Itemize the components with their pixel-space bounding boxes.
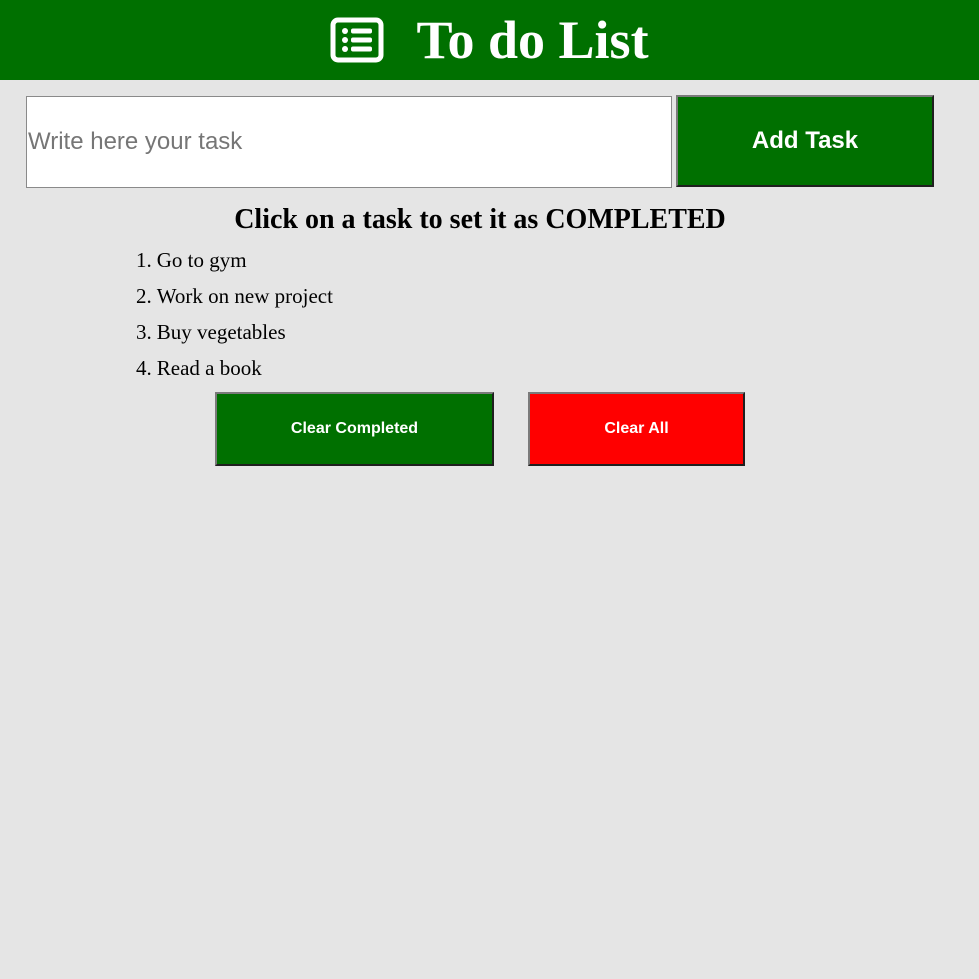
task-item[interactable]: 1. Go to gym bbox=[136, 242, 333, 278]
clear-all-button[interactable]: Clear All bbox=[528, 392, 745, 466]
app-title: To do List bbox=[416, 10, 649, 70]
task-number: 4. bbox=[136, 356, 152, 380]
task-label: Read a book bbox=[156, 356, 262, 380]
add-task-button[interactable]: Add Task bbox=[676, 95, 934, 187]
task-item[interactable]: 3. Buy vegetables bbox=[136, 314, 333, 350]
task-number: 1. bbox=[136, 248, 152, 272]
task-input[interactable] bbox=[26, 96, 672, 188]
task-list: 1. Go to gym 2. Work on new project 3. Buy … bbox=[136, 242, 333, 386]
task-label: Go to gym bbox=[156, 248, 247, 272]
task-label: Buy vegetables bbox=[156, 320, 286, 344]
task-number: 3. bbox=[136, 320, 152, 344]
task-label: Work on new project bbox=[156, 284, 333, 308]
list-icon bbox=[330, 17, 384, 63]
task-number: 2. bbox=[136, 284, 152, 308]
task-item[interactable]: 4. Read a book bbox=[136, 350, 333, 386]
app-header: To do List bbox=[0, 0, 979, 80]
task-item[interactable]: 2. Work on new project bbox=[136, 278, 333, 314]
instructions-heading: Click on a task to set it as COMPLETED bbox=[234, 204, 726, 235]
clear-completed-button[interactable]: Clear Completed bbox=[215, 392, 494, 466]
